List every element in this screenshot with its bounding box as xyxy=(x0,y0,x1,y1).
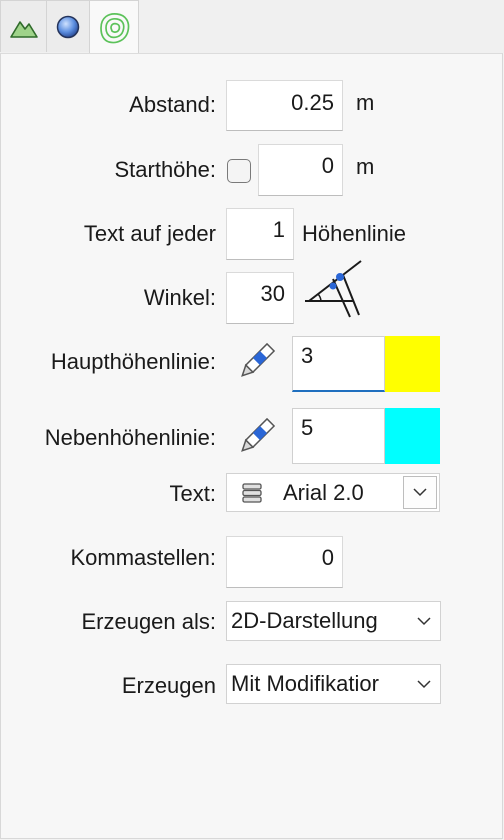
haupt-color-swatch[interactable] xyxy=(385,336,440,392)
starthoehe-checkbox[interactable] xyxy=(227,159,251,183)
hoehenlinie-suffix: Höhenlinie xyxy=(302,221,406,246)
chevron-down-icon xyxy=(417,617,431,626)
font-dropdown-button[interactable] xyxy=(403,476,437,509)
tab-globe[interactable] xyxy=(46,0,90,52)
starthoehe-label: Starthöhe: xyxy=(114,157,216,182)
winkel-label: Winkel: xyxy=(143,285,216,310)
pencil-icon[interactable] xyxy=(235,418,275,458)
text-auf-jeder-label: Text auf jeder xyxy=(83,221,216,246)
neben-color-swatch[interactable] xyxy=(385,408,440,464)
tab-bar xyxy=(0,0,504,54)
contour-lines-icon xyxy=(100,12,130,43)
erzeugen-value: Mit Modifikatior xyxy=(231,671,379,696)
tab-contour[interactable] xyxy=(89,0,139,54)
terrain-icon xyxy=(9,20,38,38)
erzeugen-als-select[interactable]: 2D-Darstellung xyxy=(226,601,441,641)
text-font-label: Text: xyxy=(169,481,216,506)
erzeugen-select[interactable]: Mit Modifikatior xyxy=(226,664,441,704)
text-interval-input[interactable]: 1 xyxy=(226,208,294,260)
abstand-unit: m xyxy=(356,90,375,115)
font-select[interactable]: Arial 2.0 xyxy=(226,473,440,512)
abstand-label: Abstand: xyxy=(129,92,216,117)
haupthoehenlinie-label: Haupthöhenlinie: xyxy=(50,349,216,374)
haupt-width-input[interactable]: 3 xyxy=(292,336,385,392)
font-select-value: Arial 2.0 xyxy=(283,480,364,505)
chevron-down-icon xyxy=(417,680,431,689)
nebenhoehenlinie-label: Nebenhöhenlinie: xyxy=(44,425,216,450)
font-style-icon xyxy=(242,483,262,503)
abstand-input[interactable]: 0.25 xyxy=(226,80,343,131)
pencil-icon[interactable] xyxy=(235,343,275,383)
tab-terrain[interactable] xyxy=(0,0,47,52)
starthoehe-unit: m xyxy=(356,154,375,179)
kommastellen-input[interactable]: 0 xyxy=(226,536,343,588)
kommastellen-label: Kommastellen: xyxy=(70,545,216,570)
erzeugen-label: Erzeugen xyxy=(121,673,216,698)
neben-width-input[interactable]: 5 xyxy=(292,408,385,464)
angle-picker-icon[interactable] xyxy=(303,257,365,319)
chevron-down-icon xyxy=(413,488,427,497)
starthoehe-input[interactable]: 0 xyxy=(258,144,343,196)
erzeugen-als-value: 2D-Darstellung xyxy=(231,608,378,633)
winkel-input[interactable]: 30 xyxy=(226,272,294,324)
erzeugen-als-label: Erzeugen als: xyxy=(81,609,216,634)
globe-sphere-icon xyxy=(56,15,80,38)
